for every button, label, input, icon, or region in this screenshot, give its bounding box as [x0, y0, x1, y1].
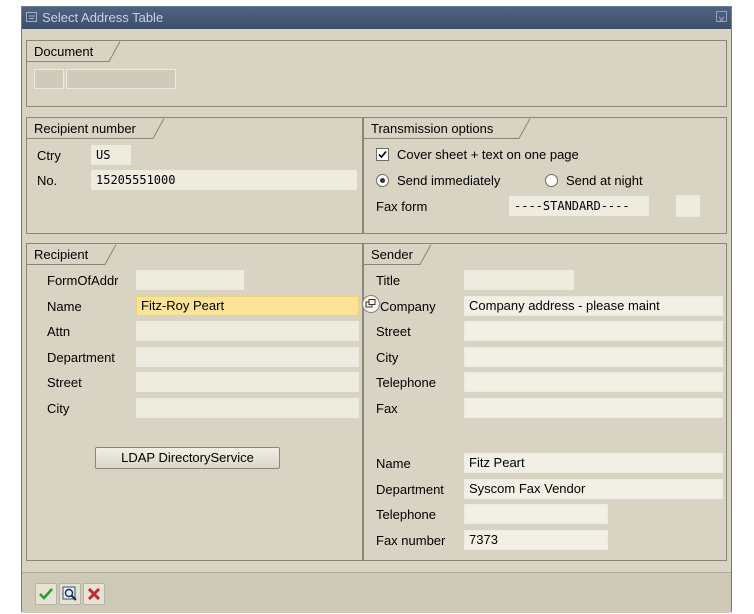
sender-telephone-label: Telephone	[376, 375, 436, 390]
sender-city-field[interactable]	[464, 347, 723, 367]
sender-fax-label: Fax	[376, 401, 398, 416]
sender-street-label: Street	[376, 324, 411, 339]
name-label: Name	[47, 299, 82, 314]
department-label: Department	[47, 350, 115, 365]
sender-fax-field[interactable]	[464, 398, 723, 418]
street-label: Street	[47, 375, 82, 390]
street-field[interactable]	[136, 372, 359, 392]
sender-city-label: City	[376, 350, 399, 365]
formofaddr-field[interactable]	[136, 270, 244, 290]
sender-faxnumber-field[interactable]: 7373	[464, 530, 608, 550]
department-field[interactable]	[136, 347, 359, 367]
search-button[interactable]	[59, 583, 81, 605]
fax-form-label: Fax form	[376, 199, 428, 214]
send-at-night-radio[interactable]	[545, 174, 558, 187]
sender-title-label: Title	[376, 273, 401, 288]
attn-field[interactable]	[136, 321, 359, 341]
window-title: Select Address Table	[42, 10, 164, 25]
continue-button[interactable]	[35, 583, 57, 605]
fax-number-field[interactable]: 15205551000	[91, 170, 357, 190]
recipient-name-field[interactable]: Fitz-Roy Peart	[136, 296, 359, 316]
send-immediately-radio[interactable]	[376, 174, 389, 187]
transmission-options-section: Transmission options Cover sheet + text …	[363, 117, 727, 234]
transmission-options-section-label: Transmission options	[371, 121, 494, 136]
sender-name-field[interactable]: Fitz Peart	[464, 453, 723, 473]
sender-title-field[interactable]	[464, 270, 574, 290]
sender-telephone-field[interactable]	[464, 372, 723, 392]
cover-sheet-checkbox[interactable]	[376, 148, 389, 161]
company-lookup-icon[interactable]	[362, 295, 380, 313]
document-type-field[interactable]	[34, 69, 64, 89]
sender-section-label: Sender	[371, 247, 413, 262]
recipient-section: Recipient FormOfAddr Name Fitz-Roy Peart…	[26, 243, 363, 561]
sender-name-label: Name	[376, 456, 411, 471]
sender-department-label: Department	[376, 482, 444, 497]
no-label: No.	[37, 173, 58, 188]
document-section-label: Document	[34, 44, 94, 59]
formofaddr-label: FormOfAddr	[47, 273, 119, 288]
city-label: City	[47, 401, 70, 416]
attn-label: Attn	[47, 324, 71, 339]
fax-form-field[interactable]: ----STANDARD----	[509, 196, 649, 216]
sender-faxnumber-label: Fax number	[376, 533, 446, 548]
close-icon[interactable]	[716, 11, 727, 23]
ctry-field[interactable]: US	[91, 145, 131, 165]
send-immediately-label: Send immediately	[397, 173, 501, 188]
sender-street-field[interactable]	[464, 321, 723, 341]
sender-department-field[interactable]: Syscom Fax Vendor	[464, 479, 723, 499]
document-number-field[interactable]	[66, 69, 176, 89]
ldap-directory-service-button[interactable]: LDAP DirectoryService	[95, 447, 280, 469]
bottom-toolbar	[22, 572, 731, 613]
fax-form-extra-field[interactable]	[676, 195, 700, 217]
sender-telephone2-label: Telephone	[376, 507, 436, 522]
recipient-number-section: Recipient number Ctry US No. 15205551000	[26, 117, 363, 234]
ctry-label: Ctry	[37, 148, 61, 163]
company-label: Company	[380, 299, 436, 314]
document-section: Document	[26, 40, 727, 107]
recipient-section-label: Recipient	[34, 247, 89, 262]
window-menu-icon[interactable]	[26, 11, 38, 23]
sender-section: Sender Title Company Company address - p…	[362, 243, 727, 561]
send-at-night-label: Send at night	[566, 173, 643, 188]
sender-company-field[interactable]: Company address - please maint	[464, 296, 723, 316]
city-field[interactable]	[136, 398, 359, 418]
sender-telephone2-field[interactable]	[464, 504, 608, 524]
recipient-number-section-label: Recipient number	[34, 121, 136, 136]
title-bar: Select Address Table	[22, 7, 731, 29]
cover-sheet-label: Cover sheet + text on one page	[397, 147, 579, 162]
cancel-button[interactable]	[83, 583, 105, 605]
select-address-table-dialog: Select Address Table Document Recipient …	[21, 6, 732, 613]
